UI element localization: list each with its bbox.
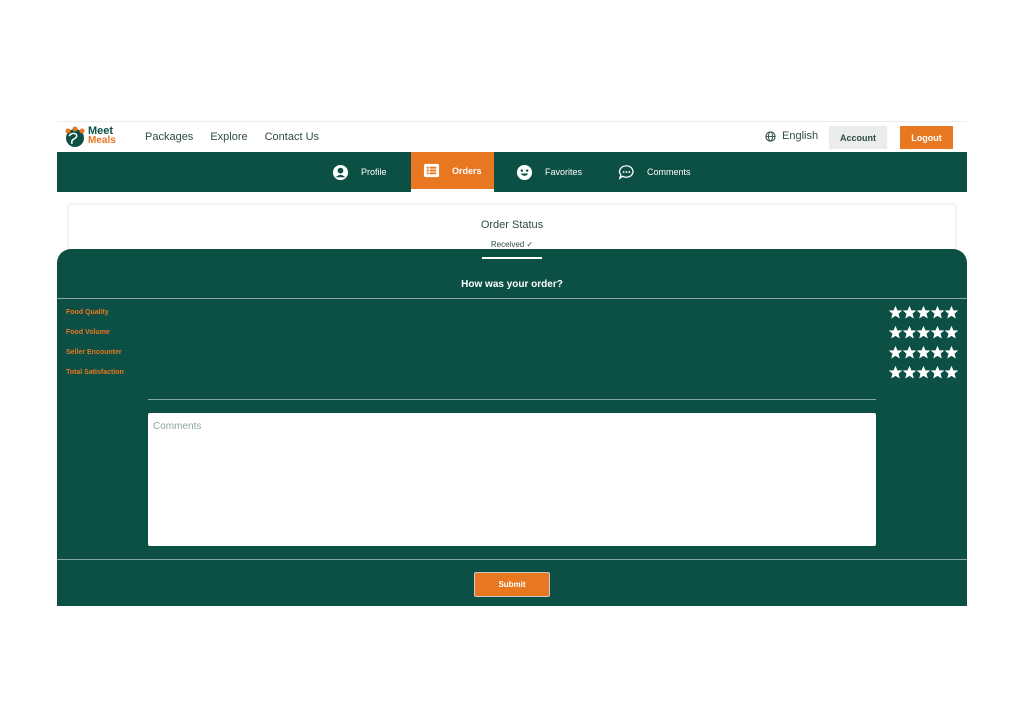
star-icon[interactable]: [945, 366, 958, 379]
rating-row: Total Satisfaction: [66, 366, 958, 382]
star-icon[interactable]: [903, 346, 916, 359]
order-status-card: Order Status Received ✓: [69, 205, 955, 251]
language-selector[interactable]: English: [765, 130, 818, 142]
submit-button[interactable]: Submit: [474, 572, 550, 597]
star-rating[interactable]: [889, 346, 958, 359]
language-label: English: [782, 130, 819, 142]
star-icon[interactable]: [917, 346, 930, 359]
logo-wordmark: Meet Meals: [88, 126, 116, 146]
divider: [57, 559, 967, 560]
star-icon[interactable]: [931, 346, 944, 359]
star-icon[interactable]: [931, 326, 944, 339]
star-rating[interactable]: [889, 366, 958, 379]
tab-favorites[interactable]: Favorites: [516, 152, 582, 192]
divider: [148, 399, 876, 400]
order-status-title: Order Status: [480, 219, 544, 231]
smiley-icon: [516, 164, 533, 180]
review-title: How was your order?: [461, 279, 563, 290]
logo-line-meals: Meals: [88, 135, 116, 146]
tab-profile[interactable]: Profile: [332, 152, 387, 192]
divider: [57, 298, 967, 299]
rating-row: Food Quality: [66, 306, 958, 322]
globe-logo-icon: [65, 126, 85, 147]
comments-textarea[interactable]: [148, 413, 876, 546]
star-icon[interactable]: [889, 346, 902, 359]
account-button[interactable]: Account: [829, 126, 887, 149]
star-icon[interactable]: [889, 326, 902, 339]
nav-link-packages[interactable]: Packages: [145, 131, 193, 143]
logout-button[interactable]: Logout: [900, 126, 953, 149]
star-icon[interactable]: [945, 306, 958, 319]
profile-icon: [332, 164, 349, 180]
star-icon[interactable]: [945, 346, 958, 359]
rating-label: Food Quality: [66, 309, 109, 316]
rating-row: Food Volume: [66, 326, 958, 342]
orders-icon: [423, 163, 440, 178]
rating-label: Total Satisfaction: [66, 369, 124, 376]
star-icon[interactable]: [889, 306, 902, 319]
top-navbar: Meet Meals Packages Explore Contact Us E…: [57, 121, 967, 152]
star-icon[interactable]: [889, 366, 902, 379]
nav-links: Packages Explore Contact Us: [145, 131, 319, 143]
profile-tab-bar: Profile Orders Favorites Comments: [57, 152, 967, 192]
chat-icon: [618, 164, 634, 180]
review-panel: How was your order? Food Quality Food Vol…: [57, 249, 967, 606]
meet-meals-logo[interactable]: Meet Meals: [64, 125, 118, 151]
star-icon[interactable]: [917, 326, 930, 339]
rating-label: Seller Encounter: [66, 349, 122, 356]
rating-label: Food Volume: [66, 329, 110, 336]
star-icon[interactable]: [917, 366, 930, 379]
order-status-value: Received ✓: [490, 240, 534, 249]
globe-icon: [765, 130, 776, 142]
tab-comments[interactable]: Comments: [618, 152, 691, 192]
star-rating[interactable]: [889, 326, 958, 339]
star-icon[interactable]: [917, 306, 930, 319]
tab-orders-label: Orders: [452, 165, 482, 176]
star-icon[interactable]: [903, 366, 916, 379]
star-icon[interactable]: [931, 366, 944, 379]
nav-link-explore[interactable]: Explore: [210, 131, 247, 143]
rating-row: Seller Encounter: [66, 346, 958, 362]
star-icon[interactable]: [945, 326, 958, 339]
tab-favorites-label: Favorites: [545, 167, 583, 177]
star-rating[interactable]: [889, 306, 958, 319]
star-icon[interactable]: [903, 326, 916, 339]
tab-comments-label: Comments: [647, 167, 691, 177]
star-icon[interactable]: [903, 306, 916, 319]
tab-profile-label: Profile: [361, 167, 387, 177]
star-icon[interactable]: [931, 306, 944, 319]
tab-orders[interactable]: Orders: [411, 152, 494, 192]
drag-handle[interactable]: [482, 257, 542, 259]
nav-link-contact-us[interactable]: Contact Us: [265, 131, 319, 143]
